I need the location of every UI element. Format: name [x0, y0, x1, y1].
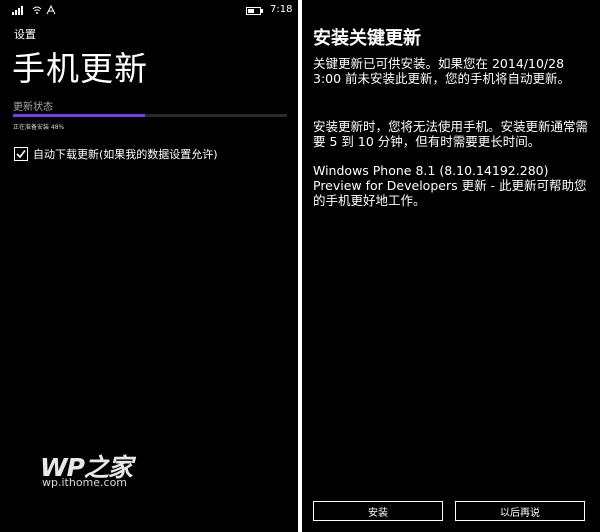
dialog-paragraph-duration: 安装更新时，您将无法使用手机。安装更新通常需要 5 到 10 分钟，但有时需要更… [313, 119, 589, 149]
dialog-paragraph-version: Windows Phone 8.1 (8.10.14192.280) Previ… [313, 163, 587, 208]
data-connection-icon [46, 5, 56, 15]
update-progress-fill [13, 114, 145, 117]
status-time: 7:18 [270, 4, 293, 15]
settings-screen: 7:18 设置 手机更新 更新状态 正在准备安装 48% 自动下载更新(如果我的… [0, 0, 298, 532]
update-status-label: 更新状态 [13, 102, 53, 113]
wifi-icon [32, 6, 42, 14]
dialog-paragraph-availability: 关键更新已可供安装。如果您在 2014/10/28 3:00 前未安装此更新，您… [313, 56, 571, 86]
auto-download-checkbox[interactable] [14, 147, 28, 161]
checkmark-icon [16, 150, 26, 159]
dialog-title: 安装关键更新 [313, 28, 421, 49]
battery-icon [246, 7, 263, 15]
app-label: 设置 [14, 28, 36, 41]
page-title: 手机更新 [12, 49, 148, 88]
auto-download-label: 自动下载更新(如果我的数据设置允许) [33, 148, 218, 161]
update-dialog-screen: 安装关键更新 关键更新已可供安装。如果您在 2014/10/28 3:00 前未… [302, 0, 600, 532]
watermark-url: wp.ithome.com [42, 476, 128, 489]
install-button[interactable]: 安装 [313, 501, 443, 521]
status-bar: 7:18 [0, 4, 298, 18]
later-button[interactable]: 以后再说 [455, 501, 585, 521]
auto-download-checkbox-row[interactable]: 自动下载更新(如果我的数据设置允许) [14, 146, 218, 162]
update-progress-bar [13, 114, 287, 117]
signal-strength-icon [12, 6, 23, 15]
progress-status-text: 正在准备安装 48% [13, 124, 65, 131]
